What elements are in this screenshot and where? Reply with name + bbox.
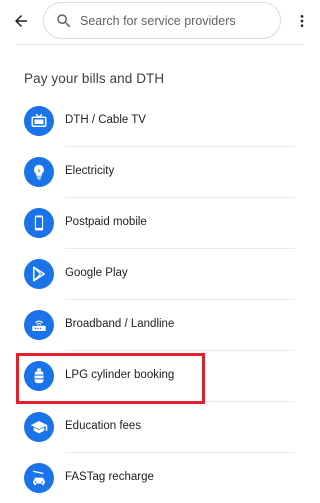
phone-icon [24, 208, 54, 238]
google-play-icon [24, 259, 54, 289]
screen: Pay your bills and DTH DTH / Cable TV [0, 0, 320, 503]
biller-list: DTH / Cable TV Electricity Postpaid mobi… [0, 96, 320, 503]
arrow-left-icon [15, 15, 27, 27]
search-bar[interactable] [43, 2, 281, 39]
list-item-label: Education fees [65, 420, 142, 432]
router-icon [24, 310, 54, 340]
graduation-cap-icon [24, 412, 54, 442]
car-icon [24, 463, 54, 493]
more-options-button[interactable] [292, 9, 312, 33]
list-item-label: Broadband / Landline [65, 318, 175, 330]
list-item-label: DTH / Cable TV [65, 114, 146, 126]
lightbulb-icon [24, 157, 54, 187]
list-item-label: Electricity [65, 165, 115, 177]
list-item-label: Postpaid mobile [65, 216, 147, 228]
list-item-education-fees[interactable]: Education fees [0, 402, 320, 453]
search-icon [54, 11, 74, 31]
list-item-label: LPG cylinder booking [65, 369, 175, 381]
list-item-google-play[interactable]: Google Play [0, 249, 320, 300]
list-item-fastag-recharge[interactable]: FASTag recharge [0, 453, 320, 503]
search-input[interactable] [80, 13, 270, 28]
list-item-label: FASTag recharge [65, 471, 154, 483]
list-item-label: Google Play [65, 267, 128, 279]
list-item-lpg-cylinder-booking[interactable]: LPG cylinder booking [0, 351, 320, 402]
back-button[interactable] [9, 9, 33, 33]
section-title: Pay your bills and DTH [24, 71, 165, 86]
list-item-dth[interactable]: DTH / Cable TV [0, 96, 320, 147]
top-bar [0, 0, 320, 44]
tv-icon [24, 106, 54, 136]
list-item-electricity[interactable]: Electricity [0, 147, 320, 198]
divider [16, 44, 304, 45]
gas-cylinder-icon [24, 361, 54, 391]
more-vert-icon [300, 15, 304, 27]
list-item-broadband-landline[interactable]: Broadband / Landline [0, 300, 320, 351]
list-item-postpaid-mobile[interactable]: Postpaid mobile [0, 198, 320, 249]
